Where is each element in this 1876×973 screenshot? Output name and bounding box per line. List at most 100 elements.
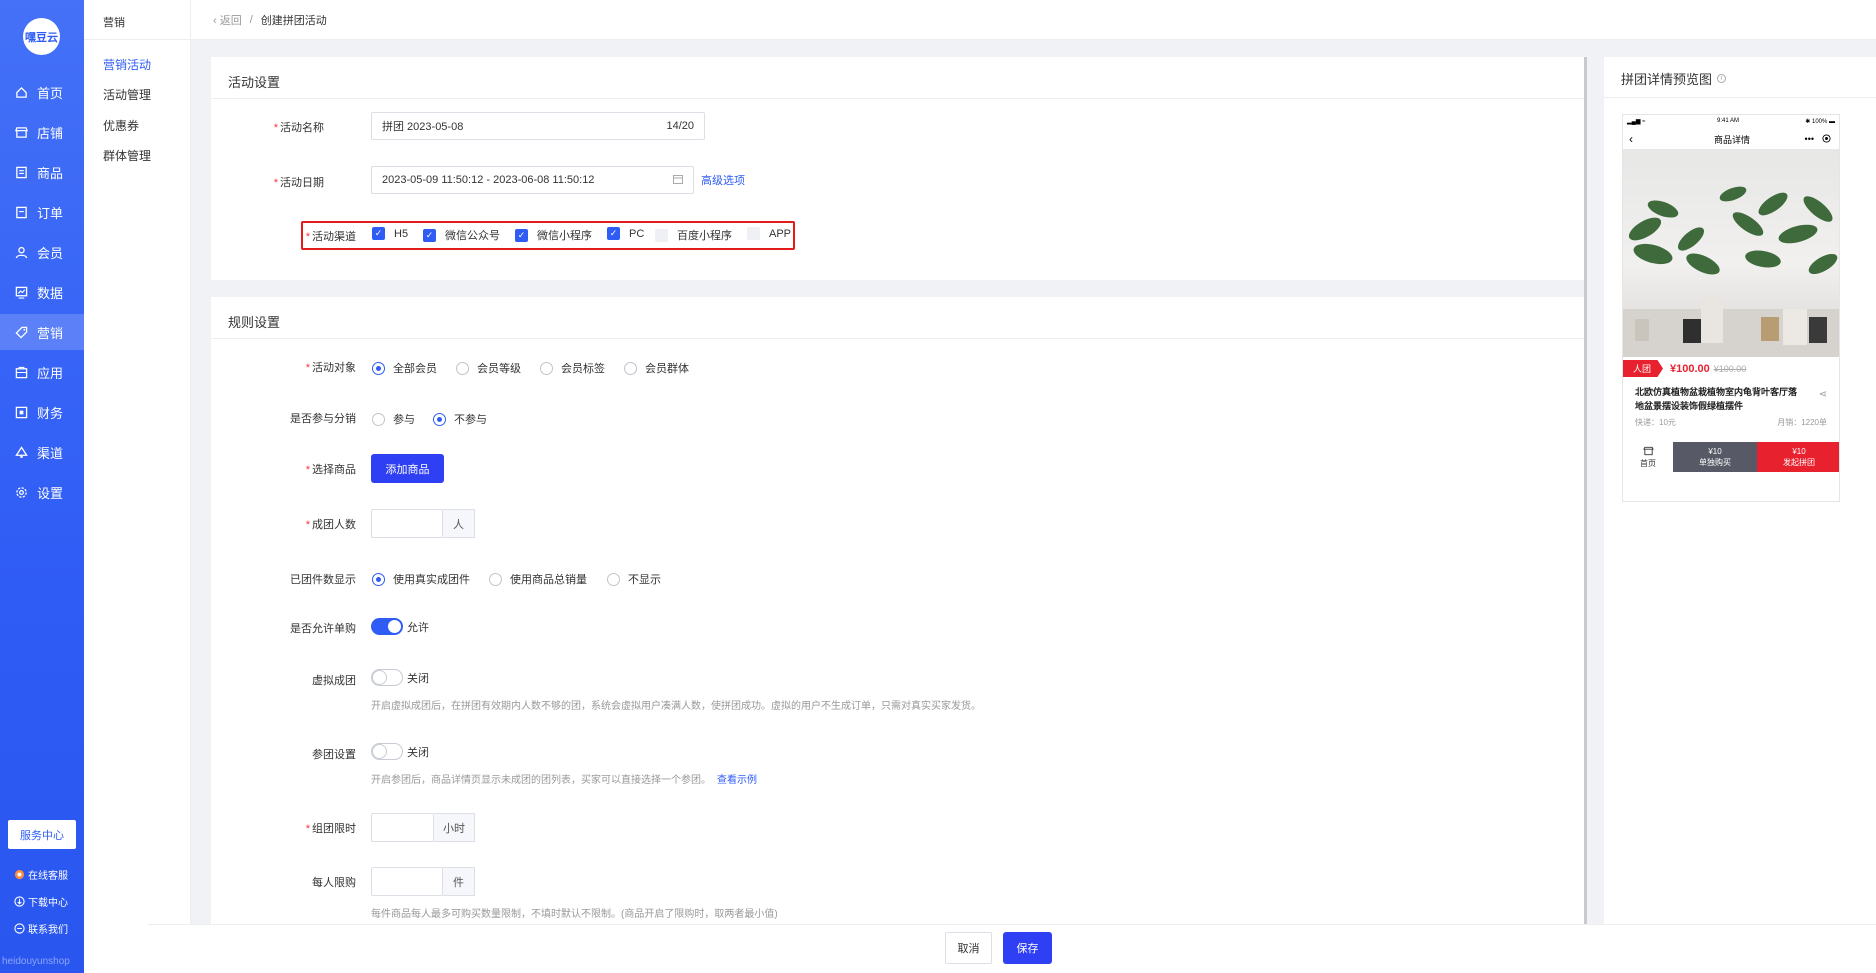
target-radio-all[interactable]: 全部会员 [372, 360, 437, 376]
subnav-item-marketing-activities[interactable]: 营销活动 [103, 56, 151, 73]
display-radio-total[interactable]: 使用商品总销量 [489, 571, 587, 587]
start-group-button: ¥10 发起拼团 [1757, 442, 1839, 472]
sidebar-item-apps[interactable]: 应用 [0, 354, 84, 390]
phone-bottom-bar: 首页 ¥10 单独购买 ¥10 发起拼团 [1623, 442, 1839, 472]
single-buy-switch[interactable]: 允许 [371, 618, 429, 635]
download-center-link[interactable]: 下载中心 [14, 894, 68, 909]
sidebar-item-label: 营销 [37, 325, 64, 341]
join-setting-switch[interactable]: 关闭 [371, 743, 429, 760]
join-setting-label: 参团设置 [312, 749, 356, 761]
subnav-item-activity-management[interactable]: 活动管理 [103, 86, 151, 103]
service-center-button[interactable]: 服务中心 [8, 820, 76, 849]
sidebar-item-channel[interactable]: 渠道 [0, 434, 84, 470]
checkbox-checked-icon: ✓ [423, 228, 436, 242]
section-title: 规则设置 [228, 315, 281, 330]
target-label: * 活动对象 [305, 362, 356, 374]
target-icon [1822, 133, 1831, 145]
channel-checkbox-wechat-mini[interactable]: ✓ 微信小程序 [515, 227, 592, 243]
select-goods-label: * 选择商品 [305, 464, 356, 476]
per-person-limit-input[interactable] [371, 867, 443, 896]
channel-checkbox-baidu-mini[interactable]: 百度小程序 [655, 227, 732, 243]
share-icon[interactable]: ⋖ [1819, 389, 1827, 400]
contact-us-link[interactable]: 联系我们 [14, 921, 68, 936]
subnav-item-group-management[interactable]: 群体管理 [103, 147, 151, 164]
advanced-options-link[interactable]: 高级选项 [701, 172, 745, 188]
group-size-input[interactable] [371, 509, 443, 538]
sidebar-item-settings[interactable]: 设置 [0, 474, 84, 510]
price-bar: 人团 ¥100.00 ¥100.00 [1623, 357, 1839, 380]
sidebar-item-goods[interactable]: 商品 [0, 154, 84, 190]
cancel-button[interactable]: 取消 [945, 932, 992, 964]
main-sidebar: 嘿豆云 首页 店铺 商品 订单 会员 数据 营销 应用 财务 渠道 设置 服务中… [0, 0, 84, 973]
gear-icon [14, 485, 28, 499]
channel-checkbox-pc[interactable]: ✓ PC [607, 227, 644, 240]
per-person-limit-hint: 每件商品每人最多可购买数量限制，不填时默认不限制。(商品开启了限购时，取两者最小… [371, 909, 778, 920]
info-icon[interactable]: i [1717, 74, 1727, 83]
group-size-unit: 人 [443, 509, 475, 538]
target-radio-tag[interactable]: 会员标签 [540, 360, 605, 376]
view-example-link[interactable]: 查看示例 [717, 775, 757, 786]
checkbox-checked-icon: ✓ [372, 227, 385, 240]
activity-name-label: * 活动名称 [273, 122, 324, 134]
per-person-limit-label: 每人限购 [312, 877, 356, 889]
finance-icon [14, 405, 28, 419]
sidebar-item-home[interactable]: 首页 [0, 74, 84, 110]
group-tag: 人团 [1623, 360, 1664, 377]
display-radio-real[interactable]: 使用真实成团件 [372, 571, 470, 587]
online-service-link[interactable]: 在线客服 [14, 867, 68, 882]
channel-checkbox-h5[interactable]: ✓ H5 [372, 227, 408, 240]
logo[interactable]: 嘿豆云 [23, 18, 60, 55]
sidebar-item-label: 首页 [37, 85, 64, 101]
subnav-title: 营销 [103, 17, 125, 29]
subnav-item-coupons[interactable]: 优惠券 [103, 117, 139, 134]
checkbox-unchecked-icon [747, 227, 760, 240]
phone-home-button: 首页 [1623, 442, 1673, 472]
divider [1604, 97, 1876, 98]
radio-selected-icon [372, 572, 385, 586]
channel-checkbox-wechat-official[interactable]: ✓ 微信公众号 [423, 227, 500, 243]
target-radio-group[interactable]: 会员群体 [624, 360, 689, 376]
activity-name-input[interactable]: 拼团 2023-05-08 14/20 [371, 112, 705, 140]
save-button[interactable]: 保存 [1003, 932, 1052, 964]
tag-icon [14, 325, 28, 339]
virtual-group-switch[interactable]: 关闭 [371, 669, 429, 686]
sidebar-item-label: 商品 [37, 165, 64, 181]
distribution-radio-not-join[interactable]: 不参与 [433, 411, 487, 427]
sidebar-item-label: 会员 [37, 245, 64, 261]
order-icon [14, 205, 28, 219]
group-price: ¥100.00 [1670, 362, 1710, 375]
activity-date-picker[interactable]: 2023-05-09 11:50:12 - 2023-06-08 11:50:1… [371, 166, 694, 194]
preview-panel: 拼团详情预览图 i ▂▄▆ ≈ 9:41 AM ✱ 100% ▬ ‹ 商品详情 •… [1604, 57, 1876, 973]
sidebar-item-data[interactable]: 数据 [0, 274, 84, 310]
target-radio-level[interactable]: 会员等级 [456, 360, 521, 376]
phone-nav-bar: ‹ 商品详情 ••• [1623, 130, 1839, 148]
display-radio-none[interactable]: 不显示 [607, 571, 661, 587]
sidebar-item-shop[interactable]: 店铺 [0, 114, 84, 150]
status-time: 9:41 AM [1717, 118, 1740, 124]
sidebar-item-label: 设置 [37, 485, 64, 501]
calendar-icon [673, 174, 683, 187]
phone-nav-title: 商品详情 [1713, 134, 1750, 145]
sidebar-item-marketing[interactable]: 营销 [0, 314, 84, 350]
radio-icon [489, 572, 502, 586]
virtual-group-hint: 开启虚拟成团后，在拼团有效期内人数不够的团，系统会虚拟用户凑满人数，使拼团成功。… [371, 701, 981, 712]
back-link[interactable]: ‹ 返回 [213, 12, 242, 28]
monthly-sales: 月销：1220单 [1777, 418, 1827, 427]
signal-icon: ▂▄▆ ≈ [1627, 119, 1646, 125]
display-count-label: 已团件数显示 [290, 574, 356, 586]
original-price: ¥100.00 [1713, 363, 1747, 374]
channel-checkbox-app[interactable]: APP [747, 227, 791, 240]
sidebar-item-order[interactable]: 订单 [0, 194, 84, 230]
product-image [1623, 149, 1839, 357]
distribution-radio-join[interactable]: 参与 [372, 411, 415, 427]
radio-icon [624, 361, 637, 375]
back-arrow-icon: ‹ [1629, 132, 1633, 146]
sidebar-item-finance[interactable]: 财务 [0, 394, 84, 430]
sidebar-item-member[interactable]: 会员 [0, 234, 84, 270]
time-limit-input[interactable] [371, 813, 434, 842]
section-title: 活动设置 [228, 75, 281, 90]
add-goods-button[interactable]: 添加商品 [371, 454, 444, 483]
toggle-on-icon [371, 618, 403, 635]
scrollbar[interactable] [1584, 57, 1587, 925]
chevron-left-icon: ‹ [213, 14, 220, 27]
